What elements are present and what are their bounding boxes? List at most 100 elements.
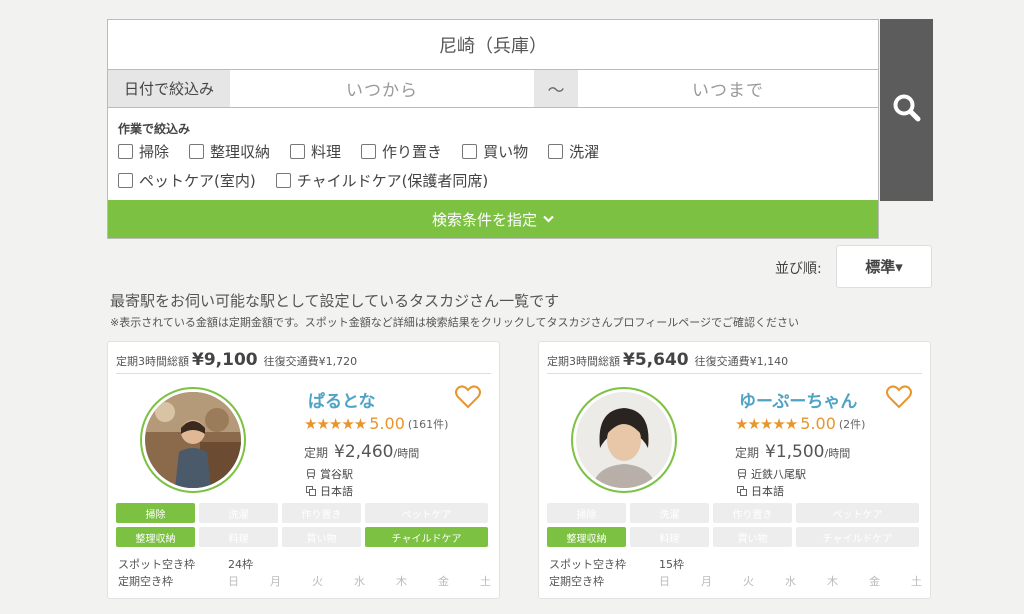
task-checkbox-label: 整理収納 — [210, 143, 271, 161]
heart-icon[interactable] — [886, 385, 912, 413]
weekday-list: 日 月 火 水 木 金 土 — [659, 573, 953, 589]
task-tag: 整理収納 — [547, 527, 626, 547]
weekday: 月 — [270, 575, 281, 588]
task-checkbox-meal-prep[interactable]: 作り置き — [361, 141, 442, 162]
station-name: 賞谷駅 — [320, 468, 353, 481]
weekday: 木 — [396, 575, 407, 588]
search-conditions-label: 検索条件を指定 — [431, 210, 537, 229]
weekday: 火 — [743, 575, 754, 588]
train-icon — [307, 469, 315, 479]
price-unit: /時間 — [393, 447, 420, 460]
task-checkbox-cleaning[interactable]: 掃除 — [118, 141, 169, 162]
fixed-label: 定期空き枠 — [549, 575, 604, 588]
fixed-availability: 定期空き枠 日 月 火 水 木 金 土 — [118, 573, 522, 589]
helper-name[interactable]: ぱるとな — [308, 387, 376, 412]
task-checkbox-child-care[interactable]: チャイルドケア(保護者同席) — [275, 170, 488, 191]
task-tag: 作り置き — [282, 503, 361, 523]
sort-label: 並び順: — [775, 261, 822, 277]
heart-icon[interactable] — [455, 385, 481, 413]
date-to-input[interactable]: いつまで — [578, 70, 878, 107]
task-checkbox-shopping[interactable]: 買い物 — [462, 141, 528, 162]
chevron-down-icon — [543, 212, 554, 226]
station-info: 近鉄八尾駅 — [737, 466, 806, 482]
checkbox[interactable] — [189, 144, 205, 159]
task-checkbox-cooking[interactable]: 料理 — [290, 141, 341, 162]
task-filter: 作業で絞込み 掃除 整理収納 料理 作り置き 買い物 洗濯 ペットケア(室内) … — [108, 108, 878, 201]
fixed-label: 定期空き枠 — [118, 575, 173, 588]
task-tag: 作り置き — [713, 503, 792, 523]
review-count: (2件) — [838, 417, 866, 431]
checkbox[interactable] — [290, 144, 306, 159]
review-count: (161件) — [407, 417, 449, 431]
helper-card[interactable]: 定期3時間総額 ¥9,100 往復交通費¥1,720 ぱるとな ★★★★★ 5.… — [107, 341, 500, 599]
task-checkbox-label: 作り置き — [382, 143, 443, 161]
search-conditions-toggle[interactable]: 検索条件を指定 — [108, 200, 878, 238]
weekday: 金 — [438, 575, 449, 588]
search-form: 尼崎（兵庫） 日付で絞込み いつから ～ いつまで 作業で絞込み 掃除 整理収納… — [107, 19, 879, 239]
checkbox[interactable] — [118, 173, 133, 188]
language-info: 日本語 — [737, 483, 784, 499]
task-tag: ペットケア — [796, 503, 919, 523]
card-header: 定期3時間総額 ¥9,100 往復交通費¥1,720 — [116, 342, 491, 374]
task-checkbox-label: 買い物 — [483, 143, 529, 161]
helper-card[interactable]: 定期3時間総額 ¥5,640 往復交通費¥1,140 ゆーぷーちゃん ★★★★★… — [538, 341, 931, 599]
task-tags: 掃除 洗濯 作り置き ペットケア 整理収納 料理 買い物 チャイルドケア — [116, 503, 492, 547]
date-from-input[interactable]: いつから — [230, 70, 534, 107]
task-checkbox-row-2: ペットケア(室内) チャイルドケア(保護者同席) — [118, 170, 868, 191]
task-tag: チャイルドケア — [796, 527, 919, 547]
avatar[interactable] — [140, 387, 246, 493]
price-label: 定期 — [304, 446, 329, 460]
total-label: 定期3時間総額 — [116, 355, 189, 368]
task-tag: 洗濯 — [199, 503, 278, 523]
card-header: 定期3時間総額 ¥5,640 往復交通費¥1,140 — [547, 342, 922, 374]
task-tag: 掃除 — [547, 503, 626, 523]
task-checkbox-organizing[interactable]: 整理収納 — [189, 141, 270, 162]
price-amount: ¥1,500 — [765, 442, 825, 462]
helper-name[interactable]: ゆーぷーちゃん — [739, 387, 857, 412]
spot-availability: スポット空き枠 24枠 — [118, 556, 253, 572]
checkbox[interactable] — [361, 144, 377, 159]
star-rating-icon: ★★★★★ — [735, 414, 798, 433]
rating-score: 5.00 — [369, 414, 405, 433]
fixed-availability: 定期空き枠 日 月 火 水 木 金 土 — [549, 573, 953, 589]
language-name: 日本語 — [751, 485, 784, 498]
station-info: 賞谷駅 — [306, 466, 353, 482]
search-button[interactable] — [880, 19, 933, 201]
weekday: 木 — [827, 575, 838, 588]
date-filter-label: 日付で絞込み — [108, 70, 230, 107]
task-checkbox-pet-care[interactable]: ペットケア(室内) — [118, 170, 256, 191]
weekday: 土 — [480, 575, 491, 588]
checkbox[interactable] — [462, 144, 478, 159]
sort-select[interactable]: 標準▾ — [836, 245, 932, 288]
station-field[interactable]: 尼崎（兵庫） — [108, 20, 878, 70]
spot-label: スポット空き枠 — [118, 558, 195, 571]
avatar[interactable] — [571, 387, 677, 493]
checkbox[interactable] — [275, 173, 291, 188]
transport-fare: 往復交通費¥1,720 — [263, 355, 358, 368]
task-tag: チャイルドケア — [365, 527, 488, 547]
task-tags: 掃除 洗濯 作り置き ペットケア 整理収納 料理 買い物 チャイルドケア — [547, 503, 923, 547]
language-icon — [306, 486, 316, 496]
weekday: 日 — [659, 575, 670, 588]
checkbox[interactable] — [548, 144, 564, 159]
results-note: ※表示されている金額は定期金額です。スポット金額など詳細は検索結果をクリックして… — [110, 316, 800, 329]
task-checkbox-laundry[interactable]: 洗濯 — [548, 141, 599, 162]
checkbox[interactable] — [118, 144, 133, 159]
task-filter-title: 作業で絞込み — [118, 122, 191, 136]
price-label: 定期 — [735, 446, 760, 460]
train-icon — [738, 469, 746, 479]
task-tag: 買い物 — [713, 527, 792, 547]
task-tag: 掃除 — [116, 503, 195, 523]
station-value: 尼崎（兵庫） — [439, 35, 547, 57]
spot-value: 15枠 — [659, 558, 684, 571]
language-icon — [737, 486, 747, 496]
star-rating-icon: ★★★★★ — [304, 414, 367, 433]
total-label: 定期3時間総額 — [547, 355, 620, 368]
task-checkbox-row-1: 掃除 整理収納 料理 作り置き 買い物 洗濯 — [118, 141, 868, 162]
total-price: ¥5,640 — [623, 350, 689, 370]
task-checkbox-label: ペットケア(室内) — [139, 172, 256, 190]
rating-score: 5.00 — [800, 414, 836, 433]
task-checkbox-label: 洗濯 — [569, 143, 600, 161]
results-heading: 最寄駅をお伺い可能な駅として設定しているタスカジさん一覧です — [110, 292, 560, 310]
language-info: 日本語 — [306, 483, 353, 499]
